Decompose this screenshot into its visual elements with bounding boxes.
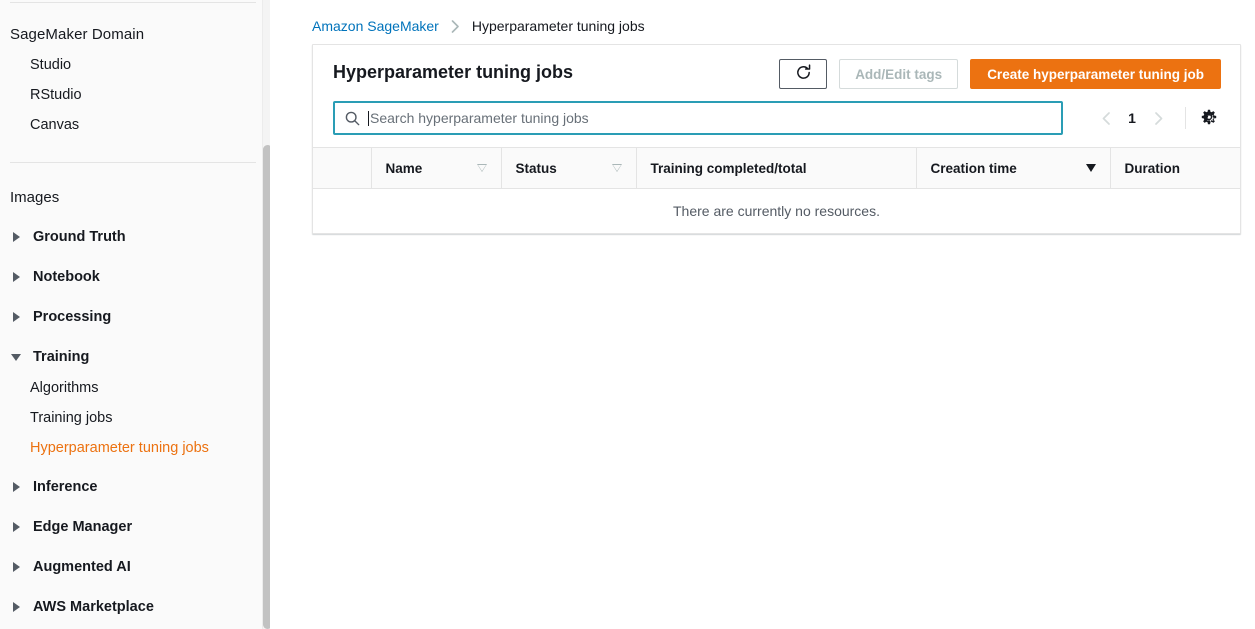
panel-actions: Add/Edit tags Create hyperparameter tuni… [779, 59, 1221, 89]
column-header-status[interactable]: Status [501, 148, 636, 189]
main-content: Amazon SageMaker Hyperparameter tuning j… [270, 0, 1255, 629]
pagination-page-1[interactable]: 1 [1121, 110, 1143, 126]
search-icon [345, 111, 360, 126]
chevron-right-icon [450, 20, 461, 33]
table-empty-row: There are currently no resources. [313, 189, 1240, 233]
sidebar-group-training[interactable]: Training [10, 349, 89, 365]
table-preferences-button[interactable] [1195, 104, 1223, 132]
panel-header: Hyperparameter tuning jobs Add/Edit tags… [313, 45, 1240, 101]
sidebar-group-processing[interactable]: Processing [10, 309, 111, 325]
sidebar-item-canvas[interactable]: Canvas [30, 117, 79, 133]
triangle-right-icon [10, 561, 22, 573]
sidebar-top-divider [10, 2, 256, 3]
sidebar-section-divider [10, 162, 256, 163]
sidebar-group-ground-truth[interactable]: Ground Truth [10, 229, 126, 245]
triangle-right-icon [10, 521, 22, 533]
table-body: There are currently no resources. [313, 189, 1240, 233]
column-label: Status [516, 161, 557, 176]
create-hyperparameter-tuning-job-button[interactable]: Create hyperparameter tuning job [970, 59, 1221, 89]
column-label: Duration [1125, 161, 1181, 176]
table-header-spacer [313, 148, 371, 189]
sidebar-group-aws-marketplace[interactable]: AWS Marketplace [10, 599, 154, 615]
search-field[interactable] [333, 101, 1063, 135]
sidebar-item-hyperparameter-tuning-jobs[interactable]: Hyperparameter tuning jobs [30, 440, 209, 456]
column-header-creation-time[interactable]: Creation time [916, 148, 1110, 189]
filter-row: 1 [313, 101, 1240, 147]
column-label: Training completed/total [651, 161, 807, 176]
column-label: Creation time [931, 161, 1017, 176]
sort-indicator-icon [477, 164, 487, 172]
sidebar-group-label: Ground Truth [33, 229, 126, 245]
breadcrumb-current-page: Hyperparameter tuning jobs [472, 18, 645, 34]
chevron-right-icon[interactable] [1143, 103, 1173, 133]
sidebar-group-edge-manager[interactable]: Edge Manager [10, 519, 132, 535]
table-header: Name Status Training [313, 148, 1240, 189]
column-label: Name [386, 161, 423, 176]
sidebar-group-inference[interactable]: Inference [10, 479, 97, 495]
sidebar-group-label: Notebook [33, 269, 100, 285]
sidebar-group-label: Processing [33, 309, 111, 325]
sort-indicator-active-icon [1086, 164, 1096, 172]
sagemaker-console: SageMaker Domain Studio RStudio Canvas I… [0, 0, 1255, 629]
breadcrumb-link-amazon-sagemaker[interactable]: Amazon SageMaker [312, 18, 439, 34]
pagination-divider [1185, 107, 1186, 129]
triangle-right-icon [10, 231, 22, 243]
text-cursor [368, 111, 369, 126]
sidebar-navigation: SageMaker Domain Studio RStudio Canvas I… [0, 0, 270, 629]
pagination: 1 [1091, 102, 1223, 134]
sidebar-item-rstudio[interactable]: RStudio [30, 87, 82, 103]
search-input[interactable] [370, 110, 1051, 126]
sidebar-item-algorithms[interactable]: Algorithms [30, 380, 99, 396]
triangle-right-icon [10, 271, 22, 283]
sidebar-section-sagemaker-domain: SageMaker Domain [10, 26, 144, 43]
refresh-button[interactable] [779, 59, 827, 89]
column-header-duration[interactable]: Duration [1110, 148, 1240, 189]
hyperparameter-tuning-jobs-panel: Hyperparameter tuning jobs Add/Edit tags… [312, 44, 1241, 234]
column-header-name[interactable]: Name [371, 148, 501, 189]
column-header-training-completed-total[interactable]: Training completed/total [636, 148, 916, 189]
triangle-right-icon [10, 601, 22, 613]
sidebar-scrollbar-thumb[interactable] [263, 145, 270, 629]
gear-icon [1200, 108, 1218, 129]
triangle-down-icon [10, 351, 22, 363]
breadcrumb: Amazon SageMaker Hyperparameter tuning j… [312, 18, 645, 34]
empty-state-message: There are currently no resources. [313, 189, 1240, 233]
sidebar-group-label: AWS Marketplace [33, 599, 154, 615]
sidebar-group-label: Edge Manager [33, 519, 132, 535]
add-edit-tags-button[interactable]: Add/Edit tags [839, 59, 958, 89]
sidebar-group-label: Training [33, 349, 89, 365]
refresh-icon [795, 64, 812, 84]
chevron-left-icon[interactable] [1091, 103, 1121, 133]
sidebar-item-training-jobs[interactable]: Training jobs [30, 410, 112, 426]
triangle-right-icon [10, 311, 22, 323]
hyperparameter-tuning-jobs-table: Name Status Training [313, 147, 1240, 233]
sidebar-group-augmented-ai[interactable]: Augmented AI [10, 559, 131, 575]
triangle-right-icon [10, 481, 22, 493]
page-title: Hyperparameter tuning jobs [333, 62, 573, 83]
sidebar-item-images[interactable]: Images [10, 189, 59, 206]
sidebar-item-studio[interactable]: Studio [30, 57, 71, 73]
sidebar-group-notebook[interactable]: Notebook [10, 269, 100, 285]
sidebar-group-label: Augmented AI [33, 559, 131, 575]
sidebar-group-label: Inference [33, 479, 97, 495]
sort-indicator-icon [612, 164, 622, 172]
table-header-row: Name Status Training [313, 148, 1240, 189]
